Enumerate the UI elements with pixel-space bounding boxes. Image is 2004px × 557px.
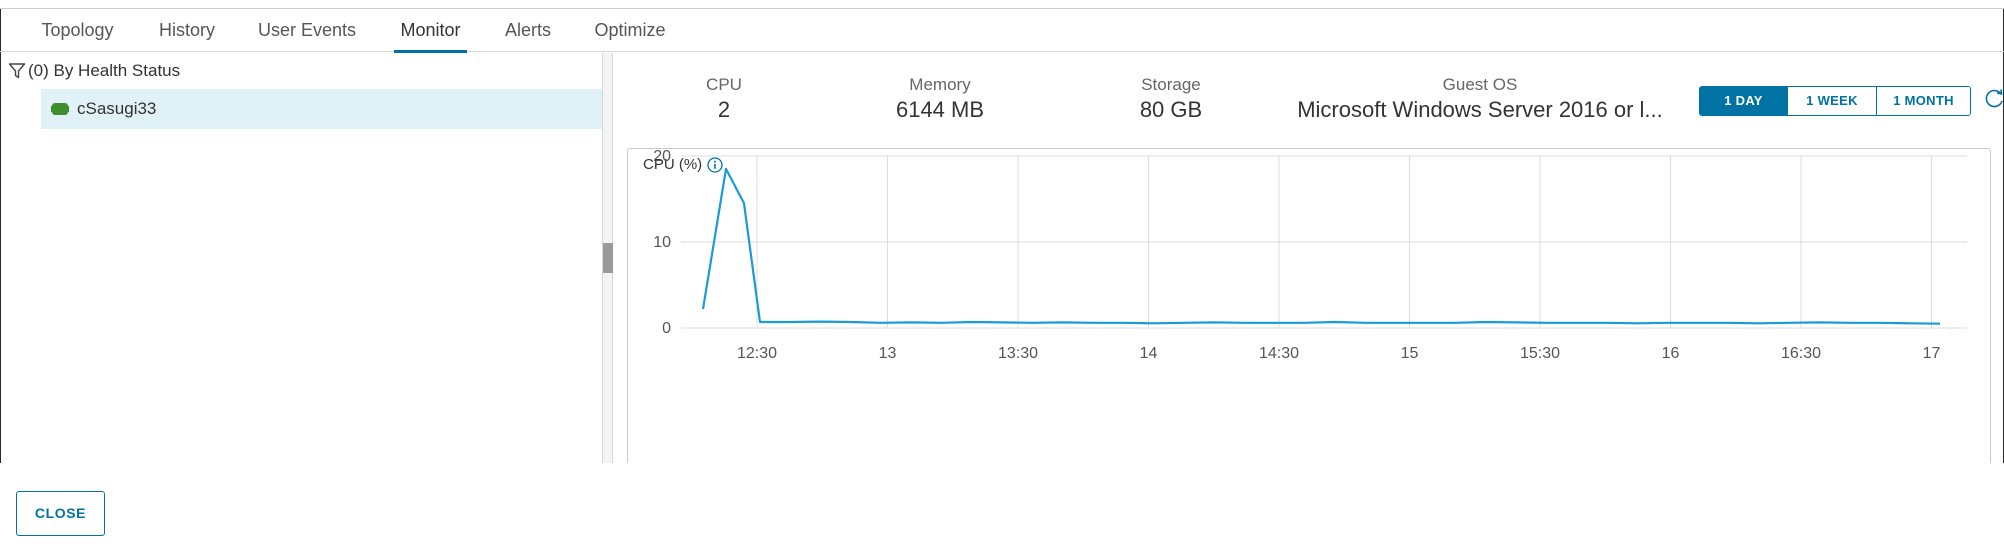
- y-tick-label: 20: [653, 148, 671, 165]
- summary-guest-os: Guest OS Microsoft Windows Server 2016 o…: [1280, 74, 1680, 124]
- cpu-series-line: [701, 167, 1941, 325]
- dialog-footer: [0, 463, 2004, 557]
- storage-label: Storage: [1141, 75, 1201, 94]
- x-tick-label: 13:30: [998, 345, 1038, 362]
- x-tick-label: 15: [1401, 345, 1419, 362]
- summary-cpu: CPU 2: [664, 74, 784, 124]
- tab-history[interactable]: History: [156, 9, 218, 52]
- dialog-top-edge: [0, 0, 2004, 9]
- range-1-week-button[interactable]: 1 WEEK: [1788, 87, 1877, 115]
- y-tick-label: 10: [653, 234, 671, 251]
- x-tick-label: 13: [879, 345, 897, 362]
- tab-alerts[interactable]: Alerts: [503, 9, 553, 52]
- refresh-icon[interactable]: [1985, 88, 2004, 110]
- x-tick-label: 12:30: [737, 345, 777, 362]
- object-tree-pane: (0) By Health Status cSasugi33: [0, 53, 603, 463]
- cpu-value: 2: [717, 97, 731, 122]
- cpu-line-chart: 0 10 20 12:30 13 13:30 14 14:30 15 15:30 16 16:30 17: [653, 148, 1967, 362]
- health-filter[interactable]: (0) By Health Status: [8, 57, 180, 85]
- tree-item-vm[interactable]: cSasugi33: [41, 89, 602, 129]
- x-tick-label: 14: [1140, 345, 1158, 362]
- guest-os-label: Guest OS: [1442, 75, 1518, 94]
- summary-storage: Storage 80 GB: [1111, 74, 1231, 124]
- tab-optimize[interactable]: Optimize: [593, 9, 667, 52]
- storage-value: 80 GB: [1139, 97, 1203, 122]
- x-tick-label: 15:30: [1520, 345, 1560, 362]
- tree-item-label: cSasugi33: [77, 99, 157, 118]
- tab-bar: Topology History User Events Monitor Ale…: [0, 9, 2004, 53]
- time-range-selector: 1 DAY 1 WEEK 1 MONTH: [1699, 86, 1971, 116]
- filter-label: (0) By Health Status: [28, 61, 181, 80]
- memory-value: 6144 MB: [895, 97, 985, 122]
- vm-health-icon: [51, 103, 69, 115]
- y-tick-label: 0: [662, 320, 671, 337]
- x-tick-label: 16:30: [1781, 345, 1821, 362]
- range-1-month-button[interactable]: 1 MONTH: [1877, 87, 1970, 115]
- pane-scrollbar-thumb[interactable]: [603, 243, 613, 273]
- memory-label: Memory: [909, 75, 971, 94]
- tab-user-events[interactable]: User Events: [257, 9, 357, 52]
- cpu-label: CPU: [706, 75, 742, 94]
- tab-monitor[interactable]: Monitor: [394, 9, 467, 53]
- x-tick-label: 16: [1662, 345, 1680, 362]
- x-tick-label: 14:30: [1259, 345, 1299, 362]
- x-tick-label: 17: [1923, 345, 1941, 362]
- tab-topology[interactable]: Topology: [37, 9, 118, 52]
- summary-memory: Memory 6144 MB: [880, 74, 1000, 124]
- close-button[interactable]: CLOSE: [16, 491, 105, 536]
- range-1-day-button[interactable]: 1 DAY: [1700, 87, 1788, 115]
- filter-icon: [8, 63, 26, 79]
- guest-os-value: Microsoft Windows Server 2016 or l...: [1297, 97, 1663, 122]
